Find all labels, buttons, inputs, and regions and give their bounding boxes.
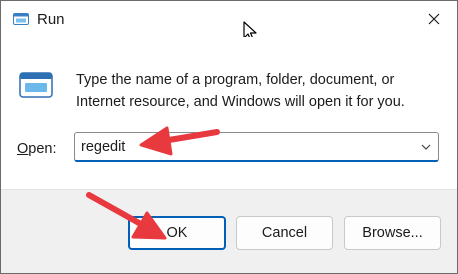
run-app-icon — [19, 72, 53, 98]
open-combobox[interactable]: regedit — [74, 132, 439, 162]
cancel-button[interactable]: Cancel — [236, 216, 333, 250]
open-label-rest: pen: — [28, 141, 57, 157]
description-text: Type the name of a program, folder, docu… — [76, 72, 405, 110]
title-bar[interactable]: Run — [1, 1, 457, 37]
run-icon — [13, 13, 29, 25]
close-icon — [428, 13, 440, 25]
close-button[interactable] — [411, 1, 457, 37]
window-title: Run — [37, 11, 65, 28]
dialog-body: Type the name of a program, folder, docu… — [1, 37, 457, 189]
open-label: Open: — [17, 141, 57, 157]
browse-button[interactable]: Browse... — [344, 216, 441, 250]
dialog-footer: OK Cancel Browse... — [1, 189, 457, 273]
open-input[interactable]: regedit — [81, 139, 125, 155]
ok-button[interactable]: OK — [128, 216, 226, 250]
chevron-down-icon[interactable] — [420, 141, 432, 153]
run-dialog: Run Type the name of a program, folder, … — [0, 0, 458, 274]
open-label-mnemonic: O — [17, 141, 29, 157]
